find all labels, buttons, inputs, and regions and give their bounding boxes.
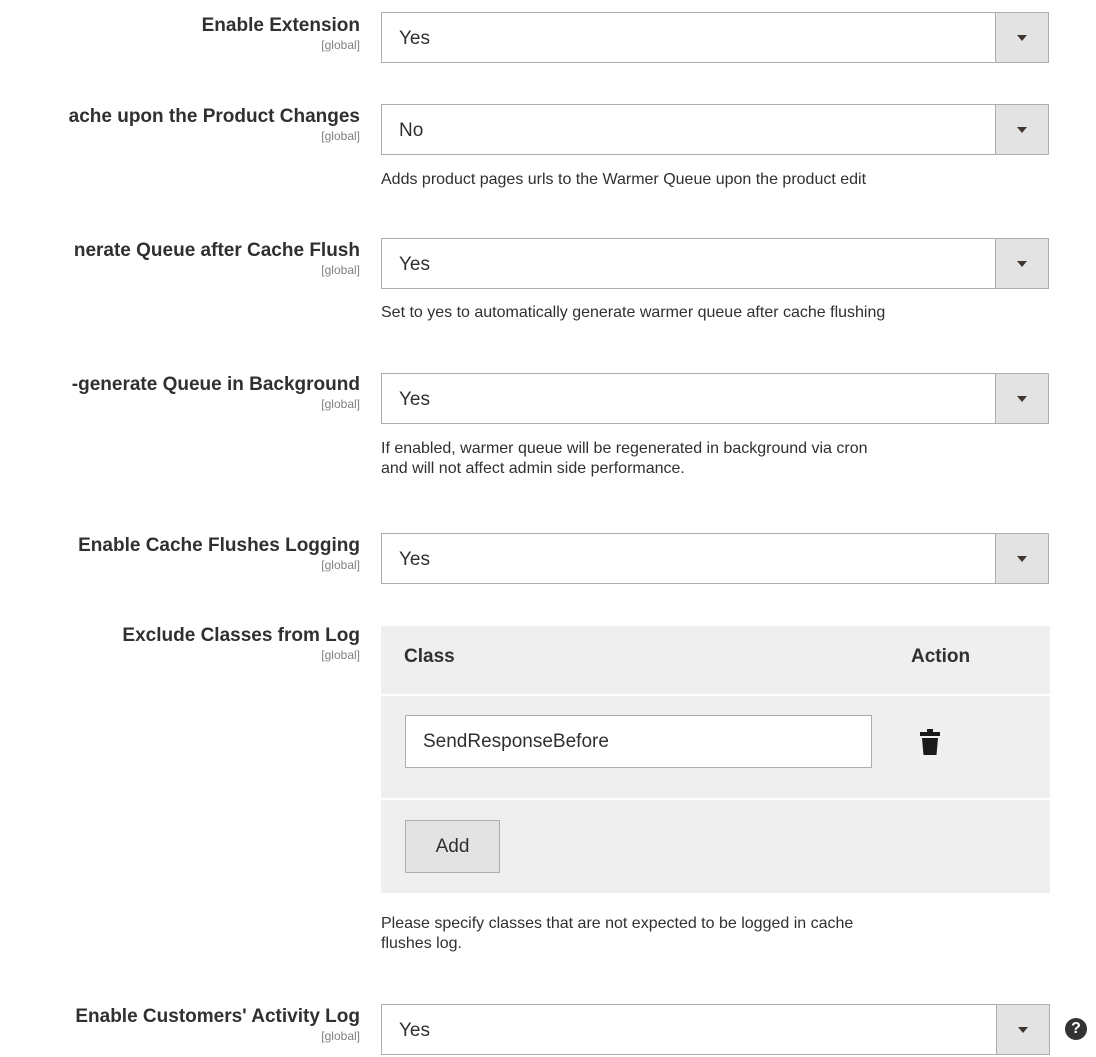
trash-icon-svg [920,729,940,755]
chevron-down-icon [1017,396,1027,402]
select-arrow[interactable] [995,239,1048,288]
field-label: Enable Customers' Activity Log [75,1006,360,1027]
question-circle-icon[interactable]: ? [1065,1018,1087,1040]
select-arrow[interactable] [996,1005,1049,1054]
select-value: No [399,120,424,141]
field-label: Exclude Classes from Log [122,625,360,646]
field-label-group: Enable Extension [global] [202,15,360,52]
field-note: Adds product pages urls to the Warmer Qu… [381,171,867,188]
select-value: Yes [399,1020,430,1041]
scope-label: [global] [321,558,360,572]
field-note-line: Please specify classes that are not expe… [381,915,854,932]
scope-label: [global] [321,129,360,143]
customers-activity-log-select[interactable]: Yes [381,1004,1050,1055]
product-changes-select[interactable]: No [381,104,1049,155]
select-arrow[interactable] [995,13,1048,62]
select-value: Yes [399,549,430,570]
scope-label: [global] [321,648,360,662]
generate-queue-select[interactable]: Yes [381,238,1049,289]
field-note: Please specify classes that are not expe… [381,914,1061,954]
chevron-down-icon [1017,261,1027,267]
field-label-group: -generate Queue in Background [global] [72,374,360,411]
scope-label: [global] [321,1029,360,1043]
divider [381,798,1050,800]
divider [381,694,1050,696]
field-label-group: nerate Queue after Cache Flush [global] [74,240,360,277]
trash-icon[interactable] [920,729,940,755]
field-label: Enable Cache Flushes Logging [78,535,360,556]
field-label: nerate Queue after Cache Flush [73,240,360,261]
field-label-group: Enable Customers' Activity Log [global] [75,1006,360,1043]
chevron-down-icon [1017,35,1027,41]
exclude-classes-table: Class Action Add [381,626,1050,893]
field-label: ache upon the Product Changes [68,106,360,127]
cache-flushes-logging-select[interactable]: Yes [381,533,1049,584]
chevron-down-icon [1017,556,1027,562]
select-arrow[interactable] [995,534,1048,583]
add-row-button[interactable]: Add [405,820,500,873]
class-name-input[interactable] [405,715,872,768]
field-note: Set to yes to automatically generate war… [381,304,886,321]
column-header-class: Class [404,646,455,667]
field-label: -generate Queue in Background [71,374,360,395]
scope-label: [global] [321,263,360,277]
field-label: Enable Extension [201,15,360,36]
column-header-action: Action [911,646,971,667]
enable-extension-select[interactable]: Yes [381,12,1049,63]
field-label-group: Enable Cache Flushes Logging [global] [78,535,360,572]
scope-label: [global] [321,38,360,52]
regenerate-queue-select[interactable]: Yes [381,373,1049,424]
select-value: Yes [399,389,430,410]
field-note-line: If enabled, warmer queue will be regener… [381,440,868,457]
select-value: Yes [399,254,430,275]
field-note-line: and will not affect admin side performan… [381,460,685,477]
chevron-down-icon [1017,127,1027,133]
chevron-down-icon [1018,1027,1028,1033]
select-arrow[interactable] [995,105,1048,154]
select-value: Yes [399,28,430,49]
field-note: If enabled, warmer queue will be regener… [381,439,1061,479]
field-label-group: Exclude Classes from Log [global] [122,625,360,662]
field-note-line: flushes log. [381,935,462,952]
field-label-group: ache upon the Product Changes [global] [69,106,360,143]
select-arrow[interactable] [995,374,1048,423]
scope-label: [global] [321,397,360,411]
